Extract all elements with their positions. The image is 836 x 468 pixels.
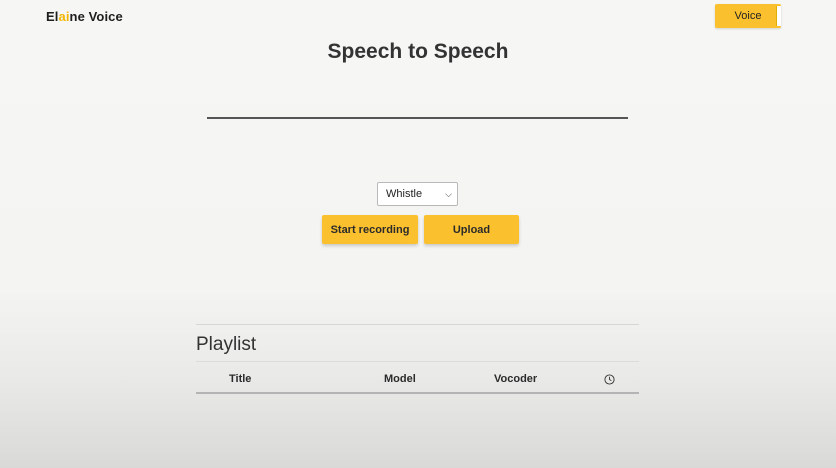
model-select-value: Whistle: [386, 188, 423, 200]
playlist-top-divider: [196, 324, 639, 325]
toggle-knob: [776, 6, 781, 26]
upload-button[interactable]: Upload: [424, 215, 519, 244]
column-header-model[interactable]: Model: [384, 373, 416, 385]
chevron-down-icon: ⌵: [445, 189, 452, 199]
start-recording-button[interactable]: Start recording: [322, 215, 418, 244]
clock-icon[interactable]: [604, 374, 615, 385]
brand-suffix: ne Voice: [69, 9, 123, 24]
voice-button-label: Voice: [734, 10, 762, 22]
column-header-vocoder[interactable]: Vocoder: [494, 373, 537, 385]
page-title: Speech to Speech: [327, 40, 509, 63]
brand-prefix: El: [46, 9, 59, 24]
playlist-heading: Playlist: [196, 334, 257, 355]
brand-highlight: ai: [58, 9, 70, 24]
playlist-header-divider: [196, 361, 639, 362]
voice-toggle-button[interactable]: Voice: [715, 4, 781, 28]
divider-line: [207, 117, 628, 119]
model-select[interactable]: Whistle ⌵: [377, 182, 458, 206]
playlist-table-bottom-border: [196, 392, 639, 394]
column-header-title[interactable]: Title: [229, 373, 251, 385]
app-logo[interactable]: Elaine Voice: [46, 9, 123, 24]
